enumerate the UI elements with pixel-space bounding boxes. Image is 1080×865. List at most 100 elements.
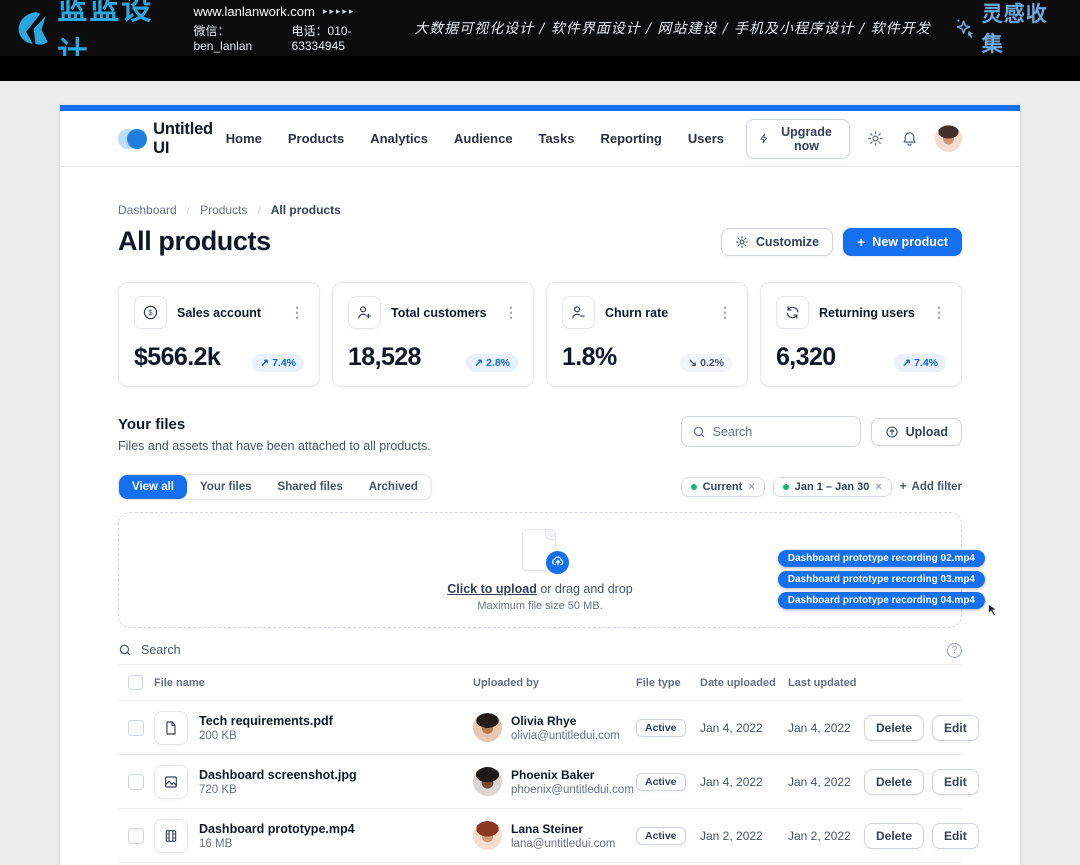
files-title: Your files xyxy=(118,416,431,433)
dragged-file-pill[interactable]: Dashboard prototype recording 02.mp4 xyxy=(778,550,985,567)
stat-label: Returning users xyxy=(819,306,915,320)
inspiration-collect[interactable]: 灵感收集 xyxy=(953,0,1066,58)
new-product-button[interactable]: + New product xyxy=(843,228,962,256)
video-file-icon xyxy=(154,819,188,853)
banner-website: www.lanlanwork.com xyxy=(193,4,314,19)
tab-view-all[interactable]: View all xyxy=(119,475,187,499)
filters: Current × Jan 1 – Jan 30 × + Add filter xyxy=(681,477,962,497)
tab-archived[interactable]: Archived xyxy=(356,475,431,499)
dollar-circle-icon: $ xyxy=(134,296,167,329)
uploader-name: Olivia Rhye xyxy=(511,714,620,728)
nav-item-audience[interactable]: Audience xyxy=(454,131,513,146)
upgrade-button[interactable]: Upgrade now xyxy=(746,119,850,159)
promo-banner: 蓝蓝设计 www.lanlanwork.com ▸▸▸▸▸ 微信：ben_lan… xyxy=(0,0,1080,56)
tab-your-files[interactable]: Your files xyxy=(187,475,265,499)
col-file-name: File name xyxy=(154,677,473,689)
banner-phone: 电话：010-63334945 xyxy=(292,22,393,53)
refresh-icon xyxy=(776,296,809,329)
delete-button[interactable]: Delete xyxy=(864,769,924,795)
delete-button[interactable]: Delete xyxy=(864,715,924,741)
date-uploaded: Jan 4, 2022 xyxy=(700,775,788,789)
untitled-ui-logo[interactable]: Untitled UI xyxy=(118,120,226,158)
trend-up-icon: ↗ xyxy=(902,357,911,369)
status-badge: Active xyxy=(636,773,686,791)
file-name[interactable]: Dashboard prototype.mp4 xyxy=(199,822,355,836)
uploader-email: lana@untitledui.com xyxy=(511,838,615,850)
gear-icon xyxy=(867,130,884,147)
row-checkbox[interactable] xyxy=(128,774,144,790)
brand-name: Untitled UI xyxy=(153,120,226,158)
files-subtitle: Files and assets that have been attached… xyxy=(118,439,431,453)
uploader-avatar xyxy=(473,821,502,850)
dots-menu-icon[interactable]: ⋮ xyxy=(290,304,304,321)
click-to-upload-link[interactable]: Click to upload xyxy=(447,582,537,596)
status-badge: Active xyxy=(636,827,686,845)
row-checkbox[interactable] xyxy=(128,720,144,736)
col-file-type: File type xyxy=(636,677,700,689)
dragged-file-pill[interactable]: Dashboard prototype recording 04.mp4 xyxy=(778,592,985,609)
page: 蓝蓝设计 www.lanlanwork.com ▸▸▸▸▸ 微信：ben_lan… xyxy=(0,0,1080,865)
cursor-icon xyxy=(985,602,1001,618)
upload-button[interactable]: Upload xyxy=(871,418,962,446)
file-name[interactable]: Dashboard screenshot.jpg xyxy=(199,768,357,782)
untitled-ui-logomark-icon xyxy=(118,129,145,149)
add-filter-button[interactable]: + Add filter xyxy=(900,481,962,493)
user-avatar[interactable] xyxy=(935,125,962,152)
filter-current[interactable]: Current × xyxy=(681,477,765,497)
banner-services: 大数据可视化设计 / 软件界面设计 / 网站建设 / 手机及小程序设计 / 软件… xyxy=(414,18,930,38)
select-all-checkbox[interactable] xyxy=(128,675,143,690)
last-updated: Jan 2, 2022 xyxy=(788,829,864,843)
row-checkbox[interactable] xyxy=(128,828,144,844)
tab-shared-files[interactable]: Shared files xyxy=(265,475,356,499)
banner-contact: www.lanlanwork.com ▸▸▸▸▸ 微信：ben_lanlan 电… xyxy=(193,4,392,53)
user-minus-icon xyxy=(562,296,595,329)
dragged-file-pill[interactable]: Dashboard prototype recording 03.mp4 xyxy=(778,571,985,588)
edit-button[interactable]: Edit xyxy=(932,823,979,849)
dots-menu-icon[interactable]: ⋮ xyxy=(504,304,518,321)
files-search[interactable] xyxy=(681,416,861,447)
breadcrumb-products[interactable]: Products xyxy=(200,203,247,217)
filter-date-range[interactable]: Jan 1 – Jan 30 × xyxy=(773,477,892,497)
customize-label: Customize xyxy=(756,235,819,249)
notifications-button[interactable] xyxy=(901,130,918,147)
uploader-email: olivia@untitledui.com xyxy=(511,730,620,742)
edit-button[interactable]: Edit xyxy=(932,715,979,741)
breadcrumb-separator: / xyxy=(257,203,260,217)
breadcrumb-dashboard[interactable]: Dashboard xyxy=(118,203,177,217)
uploader-name: Phoenix Baker xyxy=(511,768,634,782)
trend-up-icon: ↗ xyxy=(260,357,269,369)
customize-button[interactable]: Customize xyxy=(721,228,833,256)
close-icon[interactable]: × xyxy=(748,481,754,493)
nav-item-users[interactable]: Users xyxy=(688,131,724,146)
nav-item-home[interactable]: Home xyxy=(226,131,262,146)
table-header: File name Uploaded by File type Date upl… xyxy=(118,665,962,701)
file-name[interactable]: Tech requirements.pdf xyxy=(199,714,333,728)
trend-badge: ↗ 7.4% xyxy=(894,354,946,372)
main-nav: Home Products Analytics Audience Tasks R… xyxy=(226,131,724,146)
stat-label: Total customers xyxy=(391,306,487,320)
upload-cloud-icon xyxy=(544,549,571,576)
settings-button[interactable] xyxy=(867,130,884,147)
lanlan-logo-icon xyxy=(14,7,51,49)
close-icon[interactable]: × xyxy=(875,481,881,493)
app-window: Untitled UI Home Products Analytics Audi… xyxy=(60,105,1020,865)
edit-button[interactable]: Edit xyxy=(932,769,979,795)
nav-item-products[interactable]: Products xyxy=(288,131,344,146)
table-search-input[interactable] xyxy=(141,643,938,657)
help-icon[interactable]: ? xyxy=(947,643,962,658)
nav-item-tasks[interactable]: Tasks xyxy=(539,131,575,146)
dots-menu-icon[interactable]: ⋮ xyxy=(932,304,946,321)
files-search-input[interactable] xyxy=(713,425,850,439)
file-size: 200 KB xyxy=(199,730,333,742)
user-plus-icon xyxy=(348,296,381,329)
delete-button[interactable]: Delete xyxy=(864,823,924,849)
plus-icon: + xyxy=(857,235,865,249)
uploader-name: Lana Steiner xyxy=(511,822,615,836)
nav-item-reporting[interactable]: Reporting xyxy=(600,131,661,146)
table-search[interactable]: ? xyxy=(118,636,962,665)
nav-item-analytics[interactable]: Analytics xyxy=(370,131,428,146)
stat-label: Sales account xyxy=(177,306,261,320)
gear-icon xyxy=(735,235,749,249)
status-badge: Active xyxy=(636,719,686,737)
dots-menu-icon[interactable]: ⋮ xyxy=(718,304,732,321)
